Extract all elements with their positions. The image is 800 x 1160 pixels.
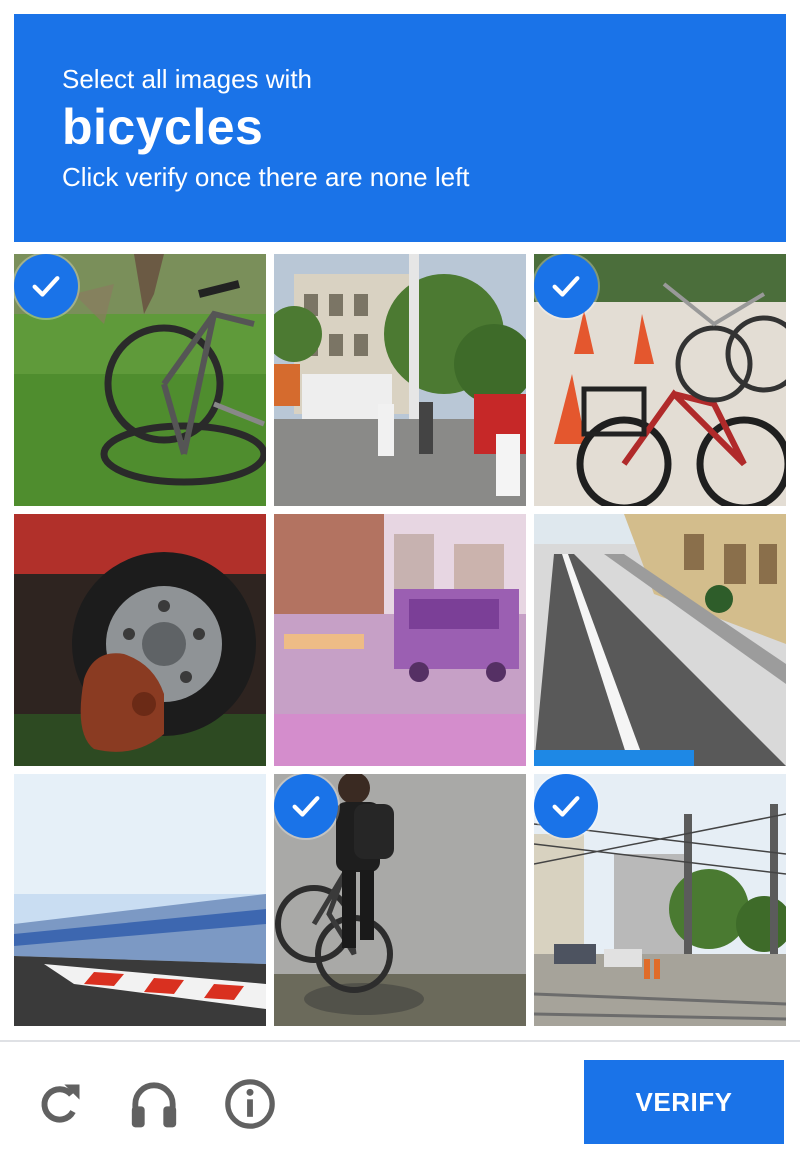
footer-divider (0, 1040, 800, 1042)
image-tile-1[interactable] (14, 254, 266, 506)
image-tile-4[interactable] (14, 514, 266, 766)
tile-image (14, 774, 266, 1026)
tile-image (534, 514, 786, 766)
info-button[interactable] (222, 1076, 278, 1132)
image-tile-3[interactable] (534, 254, 786, 506)
hint-text: Click verify once there are none left (62, 162, 470, 192)
target-object-text: bicycles (62, 99, 264, 155)
info-icon (225, 1079, 275, 1129)
tile-image (274, 514, 526, 766)
reload-button[interactable] (32, 1076, 88, 1132)
challenge-header: Select all images with bicycles Click ve… (14, 14, 786, 242)
instruction-text: Select all images with (62, 64, 312, 94)
image-tile-8[interactable] (274, 774, 526, 1026)
image-tile-6[interactable] (534, 514, 786, 766)
selected-checkmark-icon (274, 774, 338, 838)
image-tile-2[interactable] (274, 254, 526, 506)
reload-icon (41, 1084, 80, 1123)
tile-image (274, 254, 526, 506)
selected-checkmark-icon (534, 254, 598, 318)
headphones-icon (131, 1082, 177, 1128)
image-tile-7[interactable] (14, 774, 266, 1026)
image-tile-9[interactable] (534, 774, 786, 1026)
image-tile-5[interactable] (274, 514, 526, 766)
selected-checkmark-icon (14, 254, 78, 318)
audio-challenge-button[interactable] (126, 1076, 182, 1132)
verify-button[interactable]: VERIFY (584, 1060, 784, 1144)
selected-checkmark-icon (534, 774, 598, 838)
tile-image (14, 514, 266, 766)
